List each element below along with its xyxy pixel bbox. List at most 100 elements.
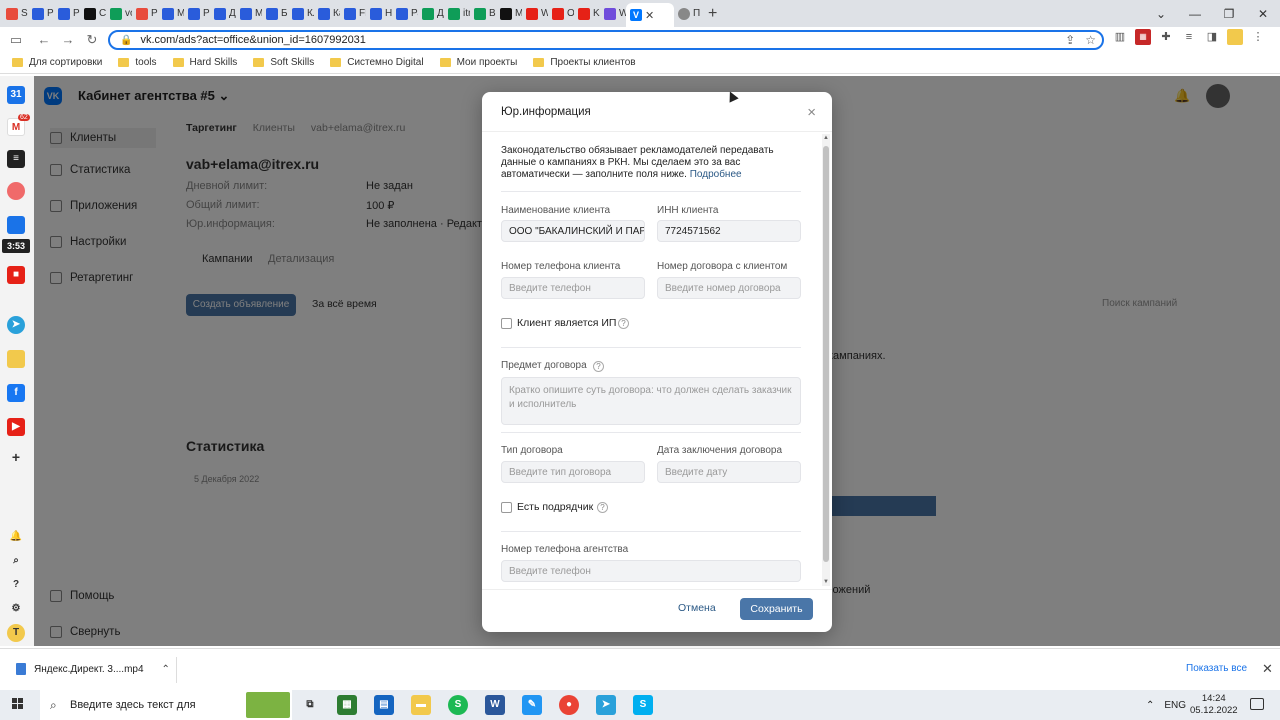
bookmark-item[interactable]: Soft Skills [253, 57, 314, 68]
scroll-up-icon[interactable]: ▲ [822, 134, 830, 142]
help-icon[interactable]: ? [7, 576, 25, 594]
scroll-down-icon[interactable]: ▼ [822, 578, 830, 586]
tab-item[interactable]: W [600, 2, 626, 26]
docs-icon[interactable] [7, 216, 25, 234]
reader-icon[interactable]: ▥ [1112, 29, 1128, 45]
tab-item[interactable]: Sis [2, 2, 28, 26]
phone-input[interactable]: Введите телефон [501, 277, 645, 299]
contract-subject-textarea[interactable]: Кратко опишите суть договора: что должен… [501, 377, 801, 425]
notes-icon[interactable]: ≡ [7, 150, 25, 168]
tab-active[interactable]: V ✕ [626, 3, 674, 27]
add-app-icon[interactable]: + [7, 448, 25, 466]
inn-input[interactable]: 7724571562 [657, 220, 801, 242]
bookmark-item[interactable]: Для сортировки [12, 57, 102, 68]
tab-item[interactable]: FB [340, 2, 366, 26]
restore-icon[interactable]: ❐ [1212, 7, 1246, 21]
bell-icon[interactable]: 🔔 [7, 528, 25, 546]
contract-date-input[interactable]: Введите дату [657, 461, 801, 483]
youtube-icon[interactable]: ▶ [7, 418, 25, 436]
language-indicator[interactable]: ENG [1164, 700, 1186, 711]
tab-item[interactable]: Me [158, 2, 184, 26]
show-all-button[interactable]: Показать все [1186, 663, 1247, 674]
menu-dots-icon[interactable]: ⋮ [1250, 29, 1266, 45]
tab-item[interactable]: Ko [574, 2, 600, 26]
tab-item[interactable]: Pe [28, 2, 54, 26]
help-icon[interactable]: ? [618, 318, 629, 329]
tab-item[interactable]: Кл [288, 2, 314, 26]
share-icon[interactable]: ⇪ [1065, 33, 1075, 47]
extension-badge-icon[interactable]: ▦ [1135, 29, 1151, 45]
bookmark-item[interactable]: Проекты клиентов [533, 57, 636, 68]
tab-item[interactable]: Co [80, 2, 106, 26]
close-icon[interactable]: × [807, 104, 816, 121]
back-icon[interactable]: ← [32, 32, 56, 47]
search-icon[interactable]: ⌕ [7, 552, 25, 570]
sidebar-icon[interactable]: ◨ [1204, 29, 1220, 45]
task-view-icon[interactable]: ⧉ [300, 695, 320, 715]
close-downloads-icon[interactable]: ✕ [1262, 661, 1273, 677]
reload-icon[interactable]: ↻ [80, 32, 104, 48]
tab-item[interactable]: Pe [184, 2, 210, 26]
tab-item[interactable]: voi [106, 2, 132, 26]
download-item[interactable]: Яндекс.Директ. 3....mp4 ⌃ [16, 663, 170, 675]
store-icon[interactable]: ▦ [337, 695, 357, 715]
tab-item[interactable]: Oc [548, 2, 574, 26]
tab-item[interactable]: На [366, 2, 392, 26]
settings-icon[interactable]: ⚙ [7, 600, 25, 618]
asana-icon[interactable] [7, 182, 25, 200]
pen-icon[interactable]: ✎ [522, 695, 542, 715]
client-name-input[interactable]: ООО "БАКАЛИНСКИЙ И ПАРТНЕРЫ" [501, 220, 645, 242]
new-tab-button[interactable]: + [708, 5, 717, 23]
bookmark-item[interactable]: tools [118, 57, 157, 68]
tab-item[interactable]: Pia [132, 2, 158, 26]
skype-icon[interactable]: S [633, 695, 653, 715]
tab-item[interactable]: itre [444, 2, 470, 26]
tab-item[interactable]: Bri [470, 2, 496, 26]
tab-item[interactable]: Ме [236, 2, 262, 26]
is-ip-label[interactable]: Клиент является ИП [517, 317, 616, 329]
close-tab-icon[interactable]: ✕ [645, 9, 654, 22]
tab-item[interactable]: Би [262, 2, 288, 26]
app-s-icon[interactable]: S [448, 695, 468, 715]
clock[interactable]: 14:24 05.12.2022 [1190, 693, 1238, 717]
close-window-icon[interactable]: ✕ [1246, 7, 1280, 21]
explorer-icon[interactable]: ▬ [411, 695, 431, 715]
bookmark-star-icon[interactable]: ☆ [1085, 33, 1096, 47]
notification-icon[interactable] [1250, 698, 1264, 710]
tab-item[interactable]: До [210, 2, 236, 26]
tab-item[interactable]: Pe [54, 2, 80, 26]
windows-start-icon[interactable] [12, 698, 24, 710]
tab-item[interactable]: Mc [496, 2, 522, 26]
agency-phone-input[interactable]: Введите телефон [501, 560, 801, 582]
bookmark-item[interactable]: Мои проекты [439, 57, 517, 68]
tab-list-icon[interactable]: ▭ [4, 32, 28, 48]
tab-search-icon[interactable]: ⌄ [1144, 7, 1178, 21]
record-icon[interactable]: ■ [7, 266, 25, 284]
help-icon[interactable]: ? [593, 361, 604, 372]
telegram-icon[interactable]: ➤ [596, 695, 616, 715]
profile-icon[interactable]: T [7, 624, 25, 642]
app-icon[interactable]: ▤ [374, 695, 394, 715]
forward-icon[interactable]: → [56, 32, 80, 47]
scroll-thumb[interactable] [823, 146, 829, 562]
url-input[interactable]: 🔒 vk.com/ads?act=office&union_id=1607992… [108, 30, 1104, 50]
media-icon[interactable]: ≡ [1181, 29, 1197, 45]
modal-scrollbar[interactable]: ▲ ▼ [822, 134, 830, 586]
save-button[interactable]: Сохранить [740, 598, 813, 620]
chevron-up-icon[interactable]: ⌃ [1146, 700, 1154, 711]
tab-item[interactable]: Ра [392, 2, 418, 26]
chrome-icon[interactable]: ● [559, 695, 579, 715]
telegram-icon[interactable]: ➤ [7, 316, 25, 334]
bookmark-item[interactable]: Системно Digital [330, 57, 424, 68]
has-contractor-checkbox[interactable] [501, 502, 512, 513]
tab-item[interactable]: Де [418, 2, 444, 26]
bookmark-item[interactable]: Hard Skills [172, 57, 237, 68]
calendar-icon[interactable]: 31 [7, 86, 25, 104]
cancel-button[interactable]: Отмена [678, 602, 716, 614]
has-contractor-label[interactable]: Есть подрядчик [517, 501, 593, 513]
contract-type-input[interactable]: Введите тип договора [501, 461, 645, 483]
help-icon[interactable]: ? [597, 502, 608, 513]
is-ip-checkbox[interactable] [501, 318, 512, 329]
facebook-icon[interactable]: f [7, 384, 25, 402]
contract-number-input[interactable]: Введите номер договора [657, 277, 801, 299]
